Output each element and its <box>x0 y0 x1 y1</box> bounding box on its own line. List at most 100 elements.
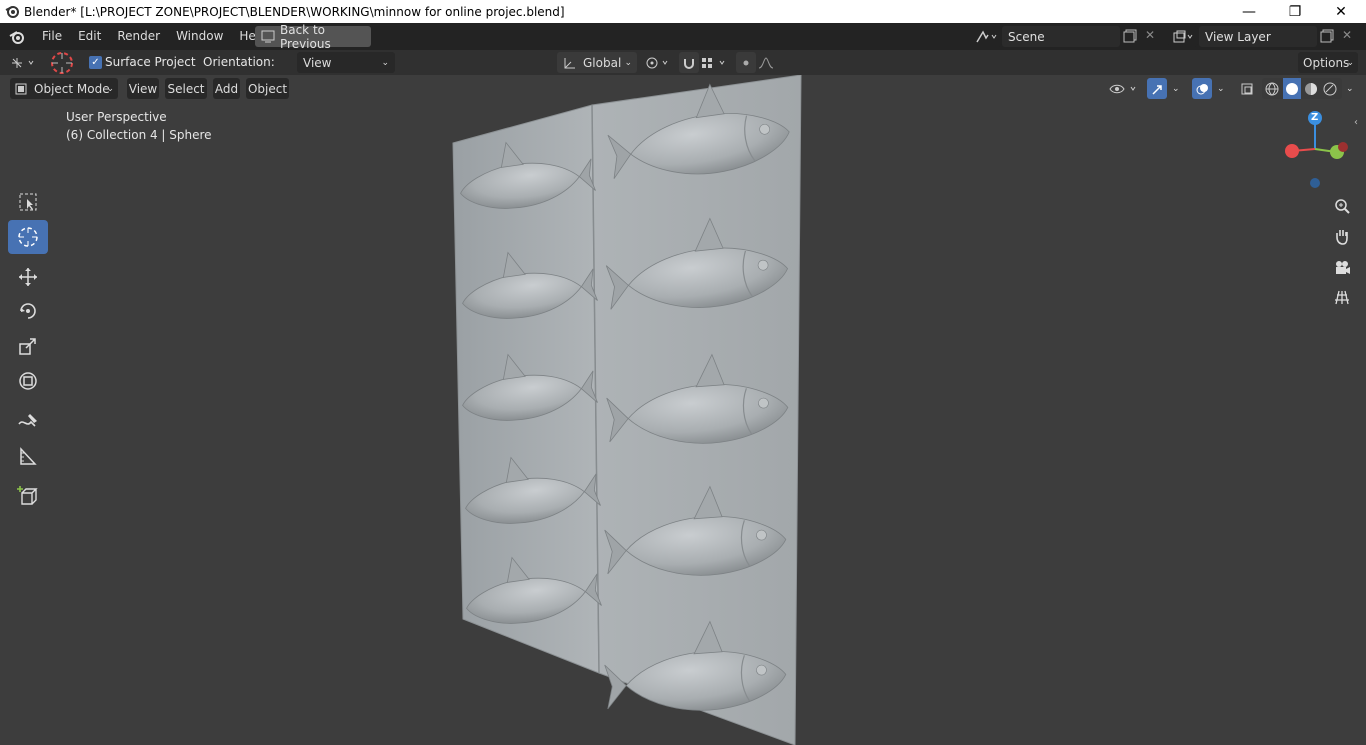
surface-project-checkbox[interactable]: ✓ <box>89 56 102 69</box>
scene-name-field[interactable]: Scene <box>1002 26 1120 47</box>
chevron-down-icon: ⌄ <box>624 57 632 68</box>
overlays-toggle[interactable] <box>1192 78 1212 99</box>
window-titlebar: Blender* [L:\PROJECT ZONE\PROJECT\BLENDE… <box>0 0 1366 23</box>
select-box-icon[interactable] <box>8 185 48 219</box>
delete-scene-icon[interactable]: ✕ <box>1145 28 1157 42</box>
falloff-curve-icon <box>758 56 774 68</box>
proportional-editing-toggle[interactable] <box>736 52 756 73</box>
xray-toggle[interactable] <box>1237 78 1257 99</box>
surface-project-label: Surface Project <box>105 55 196 69</box>
new-scene-icon[interactable] <box>1123 29 1137 43</box>
transform-icon[interactable] <box>8 364 48 398</box>
overlays-icon <box>1196 83 1208 94</box>
solid-shading-icon <box>1286 82 1298 95</box>
x-axis-handle[interactable] <box>1285 144 1299 158</box>
xray-icon <box>1241 83 1253 94</box>
rotate-icon[interactable] <box>8 294 48 328</box>
view-layer-name-label: View Layer <box>1205 29 1271 44</box>
close-button[interactable]: ✕ <box>1318 0 1364 23</box>
top-menubar: File Edit Render Window Help Back to Pre… <box>0 23 1366 51</box>
snap-grid-icon <box>702 57 725 68</box>
blender-menu-icon[interactable] <box>0 23 34 50</box>
pan-hand-icon[interactable] <box>1328 222 1356 250</box>
pivot-icon <box>646 57 668 68</box>
editor-type-button[interactable] <box>10 52 40 73</box>
solid-shading-button[interactable] <box>1283 78 1301 99</box>
measure-icon[interactable] <box>8 439 48 473</box>
global-orientation-icon <box>564 57 575 68</box>
proportional-falloff-dropdown[interactable] <box>758 52 788 73</box>
chevron-down-icon: ⌄ <box>381 57 389 68</box>
chevron-down-icon: ⌄ <box>106 83 114 94</box>
snap-target-dropdown[interactable] <box>700 52 732 73</box>
orientation-label: Orientation: <box>203 55 275 69</box>
menu-render[interactable]: Render <box>109 23 168 50</box>
3d-viewport[interactable]: User Perspective (6) Collection 4 | Sphe… <box>0 75 1366 745</box>
wireframe-shading-icon[interactable] <box>1265 82 1279 96</box>
menu-select[interactable]: Select <box>165 78 207 99</box>
mode-label: Object Mode <box>34 81 110 96</box>
camera-icon[interactable] <box>1328 253 1356 281</box>
mode-dropdown[interactable]: Object Mode ⌄ <box>10 78 118 99</box>
chevron-down-icon: ⌄ <box>1172 83 1180 94</box>
chevron-down-icon: ⌄ <box>1217 83 1225 94</box>
3d-viewport-editor-icon <box>12 57 34 68</box>
shading-mode-group <box>1262 78 1342 99</box>
delete-view-layer-icon[interactable]: ✕ <box>1342 28 1354 42</box>
menu-window[interactable]: Window <box>168 23 231 50</box>
scale-icon[interactable] <box>8 329 48 363</box>
scene-selector-button[interactable] <box>970 26 1002 47</box>
back-to-previous-button[interactable]: Back to Previous <box>255 23 371 51</box>
tool-settings-header: ✓ Surface Project Orientation: View ⌄ Gl… <box>0 50 1366 75</box>
shading-dropdown[interactable]: ⌄ <box>1342 78 1358 99</box>
menu-add[interactable]: Add <box>213 78 240 99</box>
view-layer-selector-button[interactable] <box>1168 26 1198 47</box>
gizmo-dropdown[interactable]: ⌄ <box>1168 78 1184 99</box>
options-dropdown[interactable]: Options ⌄ <box>1298 52 1358 73</box>
visibility-dropdown[interactable] <box>1109 78 1141 99</box>
orientation-dropdown[interactable]: View ⌄ <box>297 52 395 73</box>
scene-icon <box>976 29 997 42</box>
overlays-dropdown[interactable]: ⌄ <box>1213 78 1229 99</box>
pivot-point-dropdown[interactable] <box>644 52 674 73</box>
move-icon[interactable] <box>8 260 48 294</box>
zoom-icon[interactable] <box>1328 192 1356 220</box>
orientation-value: View <box>303 55 332 70</box>
object-mode-icon <box>15 83 27 94</box>
grid-icon[interactable] <box>1328 283 1356 311</box>
viewport-header: Object Mode ⌄ View Select Add Object ⌄ ⌄… <box>0 75 1366 101</box>
menu-view[interactable]: View <box>127 78 159 99</box>
view-layer-name-field[interactable]: View Layer <box>1199 26 1317 47</box>
sidebar-toggle-icon[interactable]: ‹ <box>1354 117 1358 128</box>
active-object-label: (6) Collection 4 | Sphere <box>66 128 212 142</box>
chevron-down-icon: ⌄ <box>1346 57 1354 68</box>
gizmo-toggle[interactable] <box>1147 78 1167 99</box>
material-shading-icon[interactable] <box>1304 82 1318 96</box>
eye-icon <box>1109 84 1136 93</box>
menu-object[interactable]: Object <box>246 78 289 99</box>
perspective-label: User Perspective <box>66 110 167 124</box>
options-label: Options <box>1303 55 1350 70</box>
scene-name-label: Scene <box>1008 29 1045 44</box>
restore-button[interactable]: ❐ <box>1272 0 1318 23</box>
window-title: Blender* [L:\PROJECT ZONE\PROJECT\BLENDE… <box>24 4 565 19</box>
minimize-button[interactable]: — <box>1226 0 1272 23</box>
add-cube-icon[interactable] <box>8 479 48 513</box>
z-axis-label: Z <box>1311 112 1319 123</box>
menu-edit[interactable]: Edit <box>70 23 109 50</box>
blender-logo-icon <box>5 6 19 18</box>
rendered-shading-icon[interactable] <box>1323 82 1337 96</box>
back-screen-icon <box>261 30 275 43</box>
snap-toggle[interactable] <box>679 52 699 73</box>
viewport-scene <box>452 75 802 745</box>
cursor-icon[interactable] <box>8 220 48 254</box>
menu-file[interactable]: File <box>34 23 70 50</box>
annotate-icon[interactable] <box>8 404 48 438</box>
magnet-icon <box>684 58 694 69</box>
gizmo-icon <box>1152 84 1162 95</box>
cursor-tool-icon <box>50 51 74 75</box>
back-to-previous-label: Back to Previous <box>280 22 331 51</box>
new-view-layer-icon[interactable] <box>1320 29 1334 43</box>
transform-orientation-dropdown[interactable]: Global ⌄ <box>557 52 637 73</box>
neg-z-axis-handle[interactable] <box>1310 178 1320 188</box>
